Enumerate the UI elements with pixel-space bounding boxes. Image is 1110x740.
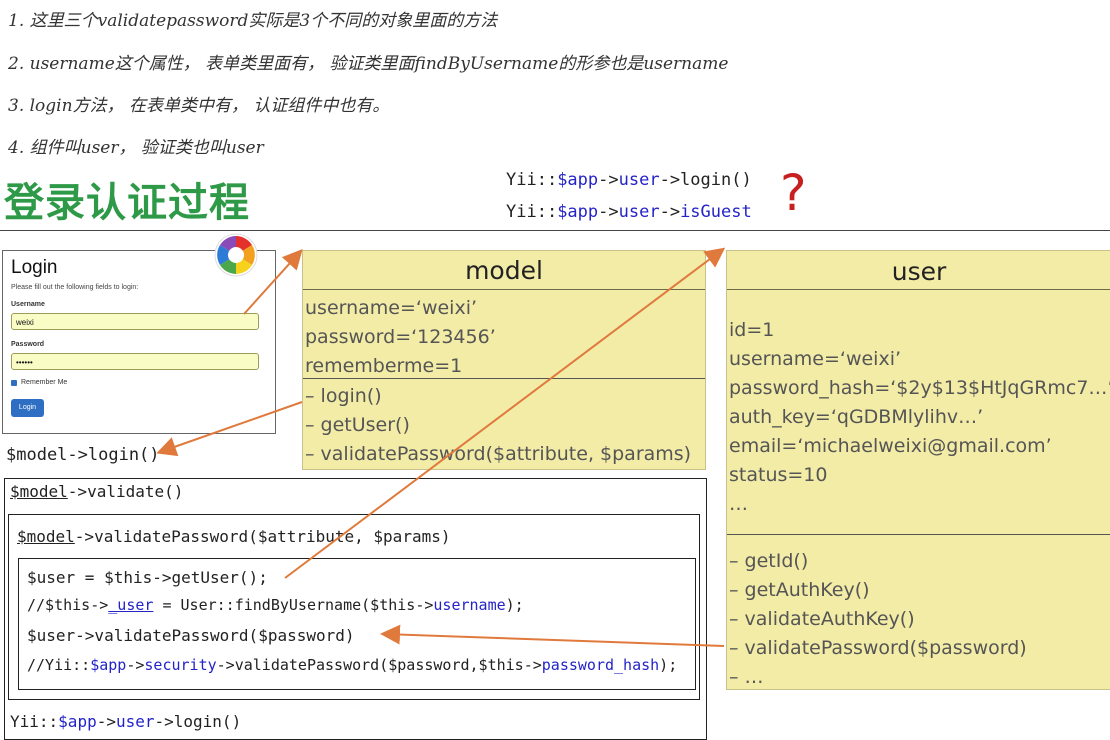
arrow-getuser-to-user: [284, 247, 726, 579]
arrow-user-validate: [380, 624, 725, 647]
arrow-login-to-call: [156, 401, 303, 457]
flow-arrows: [156, 247, 726, 647]
arrow-form-to-model: [243, 249, 303, 315]
